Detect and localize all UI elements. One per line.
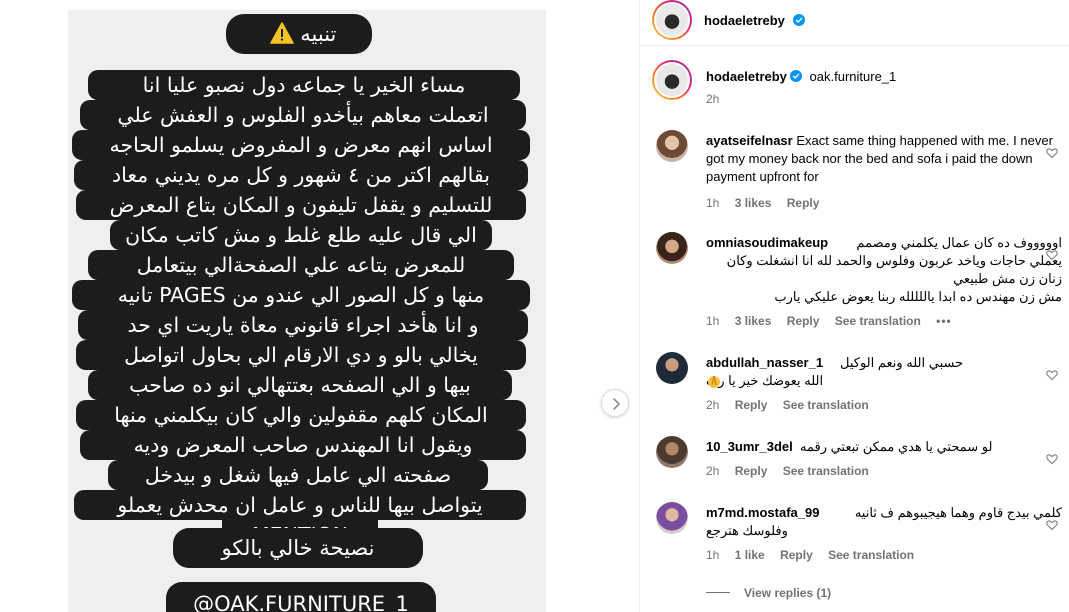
like-heart-icon[interactable] bbox=[1046, 450, 1058, 465]
story-image: تنبيه مساء الخير يا جماعه دول نصبو عليا … bbox=[68, 10, 546, 612]
message-line: اساس انهم معرض و المفروض يسلمو الحاجه bbox=[72, 130, 530, 160]
post-side-panel: hodaeletreby hodaeletreby oak.furniture_… bbox=[639, 0, 1069, 612]
replies-divider bbox=[706, 592, 730, 593]
like-heart-icon[interactable] bbox=[1046, 144, 1058, 159]
message-line: بيها و الي الصفحه بعتتهالي انو ده صاحب bbox=[88, 370, 512, 400]
reply-button[interactable]: Reply bbox=[787, 196, 820, 210]
message-line: المكان كلهم مقفولين والي كان بيكلمني منه… bbox=[76, 400, 526, 430]
comment-time: 1h bbox=[706, 548, 720, 562]
message-line: للمعرض بتاعه علي الصفحةالي بيتعامل bbox=[88, 250, 514, 280]
message-line: صفحته الي عامل فيها شغل و بيدخل bbox=[108, 460, 488, 490]
comment-time: 1h bbox=[706, 314, 720, 328]
comment-time: 2h bbox=[706, 398, 720, 412]
see-translation-button[interactable]: See translation bbox=[828, 548, 914, 562]
comment-text-line: مش زن مهندس ده ابدا ياللللله ربنا يعوض ع… bbox=[774, 289, 1062, 304]
commenter-avatar[interactable] bbox=[656, 502, 688, 534]
message-line: للتسليم و يقفل تليفون و المكان بتاع المع… bbox=[76, 190, 526, 220]
commenter-avatar[interactable] bbox=[656, 352, 688, 384]
like-heart-icon[interactable] bbox=[1046, 246, 1058, 261]
like-heart-icon[interactable] bbox=[1046, 516, 1058, 531]
comment-text-line: الله يعوضك خير يا رب bbox=[706, 373, 824, 388]
comment-text-line: اوووووف ده كان عمال يكلمني ومصمم bbox=[856, 235, 1062, 250]
comment-likes-button[interactable]: 3 likes bbox=[735, 314, 772, 328]
commenter-username[interactable]: omniasoudimakeup bbox=[706, 235, 828, 250]
message-line: بقالهم اكتر من ٤ شهور و كل مره يديني معا… bbox=[74, 160, 528, 190]
reply-button[interactable]: Reply bbox=[735, 398, 768, 412]
author-username[interactable]: hodaeletreby bbox=[704, 13, 785, 28]
comment-likes-button[interactable]: 1 like bbox=[735, 548, 765, 562]
comment-text: لو سمحتي يا هدي ممكن تبعتي رقمه bbox=[800, 439, 993, 454]
comment-text-line: زنان زن مش طبيعي bbox=[953, 271, 1062, 286]
commenter-avatar[interactable] bbox=[656, 232, 688, 264]
reply-button[interactable]: Reply bbox=[735, 464, 768, 478]
caption-avatar[interactable] bbox=[652, 60, 692, 100]
commenter-avatar[interactable] bbox=[656, 436, 688, 468]
comment-likes-button[interactable]: 3 likes bbox=[735, 196, 772, 210]
like-heart-icon[interactable] bbox=[1046, 366, 1058, 381]
message-line: و انا هأخد اجراء قانوني معاة ياريت اي حد bbox=[78, 310, 528, 340]
warning-icon bbox=[269, 17, 294, 44]
see-translation-button[interactable]: See translation bbox=[835, 314, 921, 328]
message-line: يتواصل بيها للناس و عامل ان محدش يعملو bbox=[74, 490, 526, 520]
comment-text-line: كلمي بيدج قاوم وهما هيجيبوهم ف ثانيه bbox=[854, 505, 1062, 520]
message-line: الي قال عليه طلع غلط و مش كاتب مكان bbox=[110, 220, 492, 250]
warning-banner: تنبيه bbox=[226, 14, 372, 54]
reply-button[interactable]: Reply bbox=[787, 314, 820, 328]
message-line: مساء الخير يا جماعه دول نصبو عليا انا bbox=[88, 70, 520, 100]
author-avatar[interactable] bbox=[652, 0, 692, 40]
warning-title: تنبيه bbox=[300, 22, 337, 46]
handle-banner: @OAK.FURNITURE_1 bbox=[166, 582, 436, 612]
see-translation-button[interactable]: See translation bbox=[783, 398, 869, 412]
caption-username[interactable]: hodaeletreby bbox=[706, 69, 787, 84]
commenter-username[interactable]: m7md.mostafa_99 bbox=[706, 505, 819, 520]
commenter-username[interactable]: ayatseifelnasr bbox=[706, 133, 793, 148]
see-translation-button[interactable]: See translation bbox=[783, 464, 869, 478]
caption-time: 2h bbox=[706, 92, 720, 106]
caption-text[interactable]: oak.furniture_1 bbox=[810, 69, 897, 84]
view-replies-button[interactable]: View replies (1) bbox=[744, 586, 831, 600]
post-media-area: تنبيه مساء الخير يا جماعه دول نصبو عليا … bbox=[0, 0, 639, 612]
message-line: ويقول انا المهندس صاحب المعرض وديه bbox=[80, 430, 526, 460]
commenter-username[interactable]: abdullah_nasser_1 bbox=[706, 355, 823, 370]
comment-text-line: يعملي حاجات وياخد عربون وفلوس والحمد لله… bbox=[726, 253, 1062, 268]
comment-text-line: وفلوسك هترجع bbox=[706, 523, 788, 538]
message-line: منها و كل الصور الي عندو من PAGES تانيه bbox=[72, 280, 530, 310]
verified-badge-icon bbox=[793, 11, 806, 26]
pray-emoji-icon bbox=[706, 373, 722, 389]
advice-banner: نصيحة خالي بالكو bbox=[173, 528, 423, 568]
more-options-button[interactable]: ••• bbox=[936, 314, 952, 328]
reply-button[interactable]: Reply bbox=[780, 548, 813, 562]
message-line: يخالي بالو و دي الارقام الي بحاول اتواصل bbox=[76, 340, 526, 370]
verified-badge-icon bbox=[789, 69, 802, 82]
chevron-right-icon bbox=[613, 398, 620, 410]
comment-time: 1h bbox=[706, 196, 720, 210]
comment-time: 2h bbox=[706, 464, 720, 478]
commenter-username[interactable]: 10_3umr_3del bbox=[706, 439, 793, 454]
post-header: hodaeletreby bbox=[640, 0, 1069, 46]
message-line: اتعملت معاهم بيأخدو الفلوس و العفش علي bbox=[80, 100, 526, 130]
next-media-button[interactable] bbox=[601, 389, 629, 417]
commenter-avatar[interactable] bbox=[656, 130, 688, 162]
comment-text-line: حسبي الله ونعم الوكيل bbox=[840, 355, 964, 370]
